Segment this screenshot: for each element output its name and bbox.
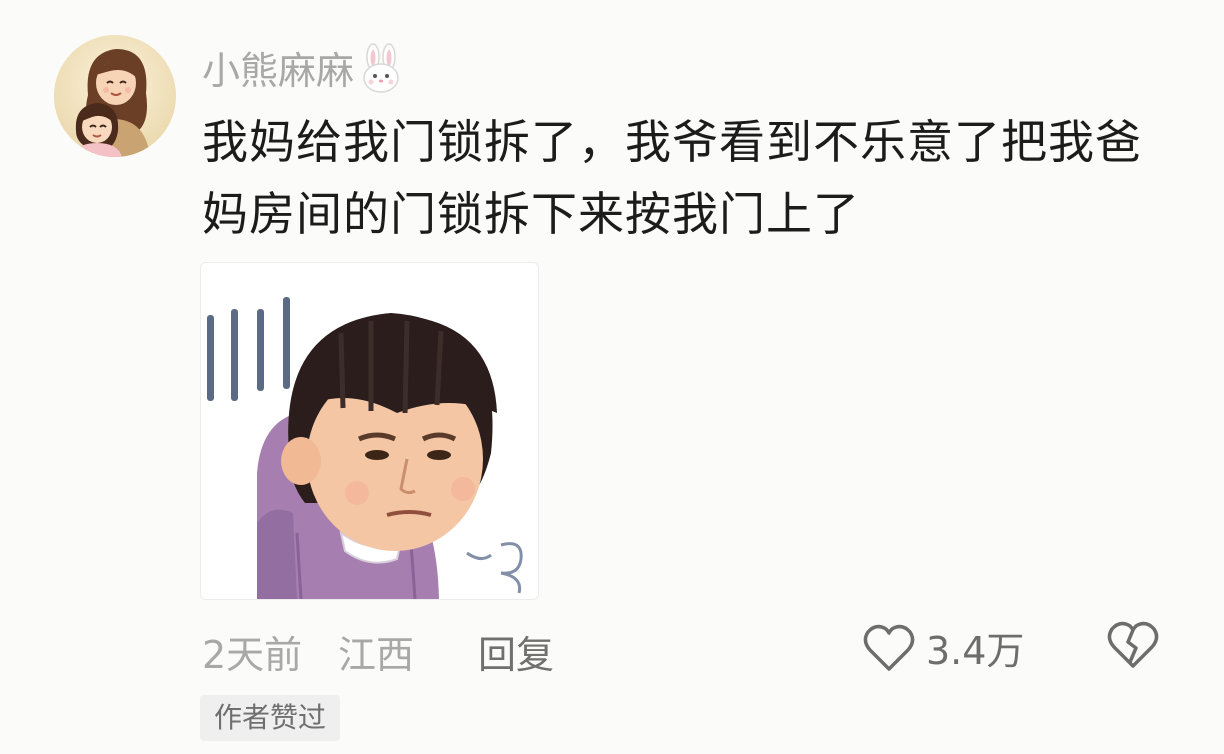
rabbit-icon <box>358 42 404 93</box>
avatar-image <box>54 35 176 157</box>
author-liked-badge: 作者赞过 <box>200 695 341 741</box>
comment-text: 我妈给我门锁拆了，我爷看到不乐意了把我爸妈房间的门锁拆下来按我门上了 <box>202 115 1142 241</box>
like-button[interactable]: 3.4万 <box>862 620 1024 675</box>
reply-button[interactable]: 回复 <box>478 624 554 679</box>
sticker-image[interactable] <box>200 262 539 600</box>
comment-location: 江西 <box>338 633 415 677</box>
username-text: 小熊麻麻 <box>202 49 355 93</box>
like-count: 3.4万 <box>926 629 1025 673</box>
username[interactable]: 小熊麻麻 <box>202 40 404 95</box>
avatar[interactable] <box>54 35 176 157</box>
broken-heart-icon <box>1107 621 1159 668</box>
heart-icon <box>863 624 915 671</box>
dislike-button[interactable] <box>1106 620 1160 670</box>
comment-time: 2天前 <box>202 633 303 677</box>
